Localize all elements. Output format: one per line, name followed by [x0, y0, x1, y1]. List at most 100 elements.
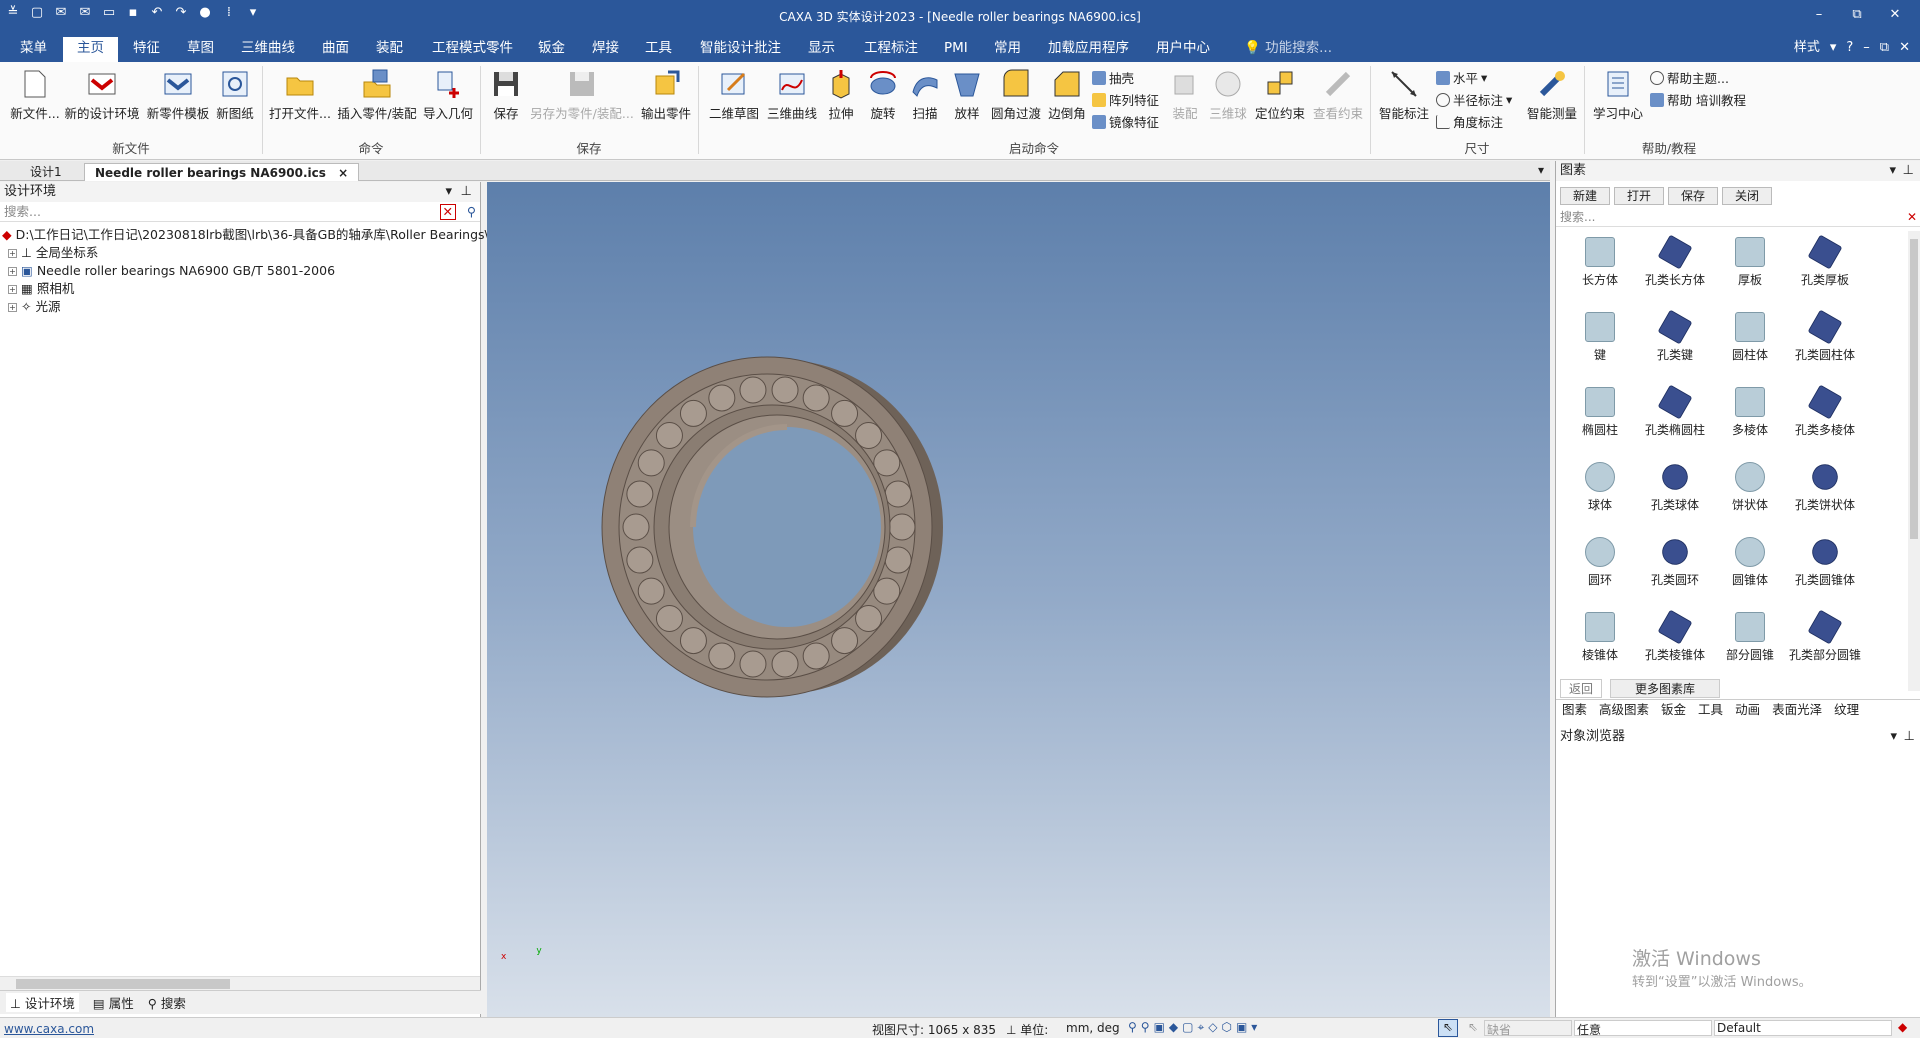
- open-file-button[interactable]: 打开文件...: [268, 68, 332, 122]
- tab-engineering-part[interactable]: 工程模式零件: [430, 37, 515, 62]
- tab-texture[interactable]: 纹理: [1834, 700, 1859, 719]
- 3d-viewport[interactable]: xy: [487, 182, 1550, 1017]
- website-link[interactable]: www.caxa.com: [4, 1022, 94, 1036]
- pin-icon[interactable]: ⊥: [1904, 727, 1915, 747]
- help-training-button[interactable]: 帮助 培训教程: [1650, 90, 1746, 109]
- tab-smart-annotation[interactable]: 智能设计批注: [698, 37, 783, 62]
- radius-dim-button[interactable]: 半径标注 ▾: [1436, 90, 1512, 109]
- 3d-ball-button[interactable]: 三维球: [1208, 68, 1248, 122]
- restore-button[interactable]: ⧉: [1838, 4, 1876, 26]
- clear-search-icon[interactable]: ✕: [1907, 207, 1917, 227]
- assembly-button[interactable]: 装配: [1168, 68, 1202, 122]
- back-button[interactable]: 返回: [1560, 679, 1603, 698]
- panel-dropdown-icon[interactable]: ▾: [1890, 727, 1897, 747]
- select-mode-dropdown[interactable]: 缺省: [1484, 1020, 1572, 1037]
- import-geometry-button[interactable]: 导入几何: [420, 68, 476, 122]
- element-item[interactable]: 孔类球体: [1635, 459, 1715, 513]
- element-item[interactable]: 饼状体: [1710, 462, 1790, 513]
- position-constraint-button[interactable]: 定位约束: [1252, 68, 1308, 122]
- style-dropdown[interactable]: Default: [1714, 1020, 1892, 1036]
- status-icon[interactable]: ◆: [1898, 1020, 1907, 1034]
- catalog-open-button[interactable]: 打开: [1614, 187, 1665, 205]
- tab-tools[interactable]: 工具: [643, 37, 674, 62]
- panel-dropdown-icon[interactable]: ▾: [445, 182, 452, 202]
- chamfer-button[interactable]: 边倒角: [1046, 68, 1088, 122]
- new-design-env-button[interactable]: 新的设计环境: [62, 68, 142, 122]
- filter-icon[interactable]: ⚲: [467, 202, 476, 222]
- pattern-button[interactable]: 阵列特征: [1092, 90, 1159, 109]
- style-dropdown-icon[interactable]: ▾: [1830, 37, 1837, 59]
- element-item[interactable]: 孔类圆柱体: [1785, 309, 1865, 363]
- tab-engineering-annotation[interactable]: 工程标注: [862, 37, 920, 62]
- doc-tab-design1[interactable]: 设计1: [20, 163, 72, 181]
- tab-assembly[interactable]: 装配: [374, 37, 405, 62]
- element-item[interactable]: 孔类圆环: [1635, 534, 1715, 588]
- pick-filter-icon[interactable]: ⇖: [1468, 1020, 1478, 1034]
- tree-item-camera[interactable]: + ▦ 照相机: [2, 280, 478, 298]
- catalog-close-button[interactable]: 关闭: [1722, 187, 1773, 205]
- catalog-new-button[interactable]: 新建: [1560, 187, 1611, 205]
- expand-icon[interactable]: +: [8, 248, 17, 258]
- revolve-button[interactable]: 旋转: [866, 68, 900, 122]
- view-tools-icons[interactable]: ⚲⚲▣◆▢⌖◇⬡▣▾: [1128, 1020, 1261, 1035]
- bearing-model[interactable]: [487, 182, 1550, 1017]
- tab-design-env[interactable]: ⊥ 设计环境: [6, 993, 79, 1012]
- tab-user-center[interactable]: 用户中心: [1154, 37, 1212, 62]
- tab-common[interactable]: 常用: [992, 37, 1023, 62]
- element-item[interactable]: 孔类部分圆锥: [1785, 609, 1865, 663]
- tree-search-input[interactable]: 搜索... ✕ ⚲: [0, 202, 480, 222]
- filter-dropdown[interactable]: 任意: [1574, 1020, 1712, 1037]
- sketch-2d-button[interactable]: 二维草图: [706, 68, 762, 122]
- tab-animation[interactable]: 动画: [1735, 700, 1760, 719]
- curve-3d-button[interactable]: 三维曲线: [764, 68, 820, 122]
- element-item[interactable]: 多棱体: [1710, 387, 1790, 438]
- vertical-scrollbar[interactable]: [1908, 231, 1920, 691]
- catalog-save-button[interactable]: 保存: [1668, 187, 1719, 205]
- element-item[interactable]: 圆柱体: [1710, 312, 1790, 363]
- expand-icon[interactable]: +: [8, 302, 17, 312]
- more-elements-button[interactable]: 更多图素库: [1610, 679, 1721, 698]
- element-item[interactable]: 孔类圆锥体: [1785, 534, 1865, 588]
- smart-dimension-button[interactable]: 智能标注: [1376, 68, 1432, 122]
- tab-advanced-elements[interactable]: 高级图素: [1599, 700, 1649, 719]
- new-file-button[interactable]: 新文件...: [10, 68, 60, 122]
- tab-sheet-metal[interactable]: 钣金: [536, 37, 567, 62]
- horizontal-dim-button[interactable]: 水平 ▾: [1436, 68, 1487, 87]
- view-constraint-button[interactable]: 查看约束: [1310, 68, 1366, 122]
- extrude-button[interactable]: 拉伸: [824, 68, 858, 122]
- learning-center-button[interactable]: 学习中心: [1590, 68, 1646, 122]
- minimize-button[interactable]: –: [1800, 4, 1838, 26]
- select-pointer-icon[interactable]: ⇖: [1438, 1019, 1458, 1037]
- loft-button[interactable]: 放样: [950, 68, 984, 122]
- smart-measure-button[interactable]: 智能测量: [1524, 68, 1580, 122]
- tree-item-bearing[interactable]: + ▣ Needle roller bearings NA6900 GB/T 580…: [2, 262, 478, 280]
- shell-button[interactable]: 抽壳: [1092, 68, 1134, 87]
- tab-surface[interactable]: 曲面: [320, 37, 351, 62]
- style-menu[interactable]: 样式: [1794, 37, 1820, 59]
- new-part-template-button[interactable]: 新零件模板: [145, 68, 211, 122]
- tab-menu[interactable]: 菜单: [18, 37, 49, 62]
- doc-tab-bearing[interactable]: Needle roller bearings NA6900.ics ×: [84, 163, 360, 181]
- tab-welding[interactable]: 焊接: [590, 37, 621, 62]
- help-icon[interactable]: ?: [1846, 37, 1853, 59]
- help-topic-button[interactable]: 帮助主题...: [1650, 68, 1729, 87]
- element-item[interactable]: 孔类饼状体: [1785, 459, 1865, 513]
- tab-feature[interactable]: 特征: [131, 37, 162, 62]
- tab-properties[interactable]: ▤ 属性: [93, 993, 134, 1012]
- expand-icon[interactable]: +: [8, 266, 17, 276]
- tab-display[interactable]: 显示: [806, 37, 837, 62]
- scrollbar-thumb[interactable]: [16, 979, 230, 989]
- element-item[interactable]: 孔类长方体: [1635, 234, 1715, 288]
- tab-sheet-metal[interactable]: 钣金: [1661, 700, 1686, 719]
- element-item[interactable]: 孔类多棱体: [1785, 384, 1865, 438]
- export-part-button[interactable]: 输出零件: [638, 68, 694, 122]
- element-item[interactable]: 棱锥体: [1560, 612, 1640, 663]
- tab-home[interactable]: 主页: [63, 37, 118, 62]
- tab-load-apps[interactable]: 加载应用程序: [1046, 37, 1131, 62]
- close-icon[interactable]: ×: [338, 166, 348, 180]
- angle-dim-button[interactable]: 角度标注: [1436, 112, 1503, 131]
- element-item[interactable]: 孔类键: [1635, 309, 1715, 363]
- element-item[interactable]: 键: [1560, 312, 1640, 363]
- element-item[interactable]: 孔类棱锥体: [1635, 609, 1715, 663]
- mdi-restore-icon[interactable]: ⧉: [1880, 37, 1889, 59]
